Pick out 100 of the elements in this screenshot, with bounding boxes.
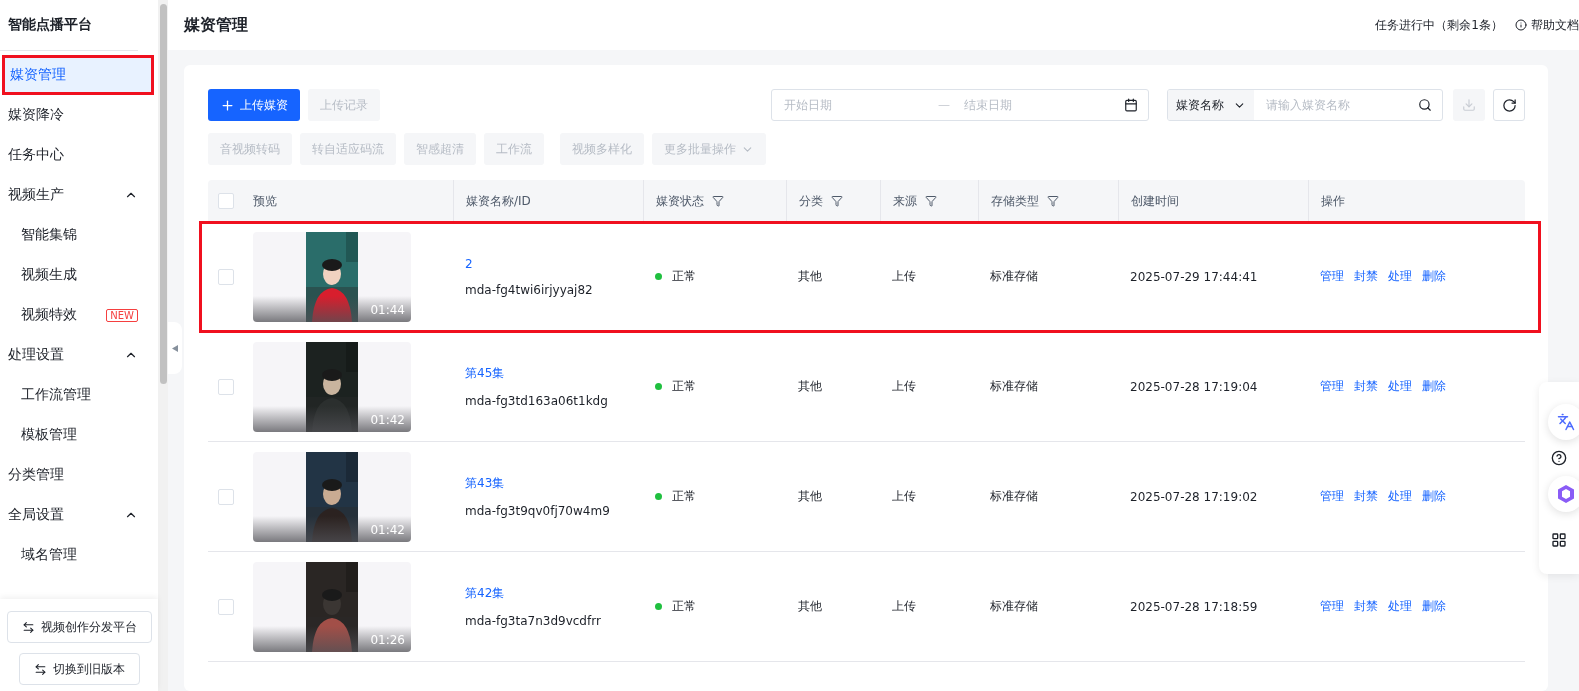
select-all-checkbox[interactable] (218, 193, 234, 209)
hexagon-logo-icon (1556, 484, 1576, 504)
assistant-button[interactable] (1548, 476, 1579, 512)
sidebar-subitem[interactable]: 视频特效 NEW (0, 295, 154, 335)
action-link[interactable]: 封禁 (1354, 488, 1378, 505)
sidebar-item[interactable]: 任务中心 (0, 135, 154, 175)
row-checkbox[interactable] (218, 488, 234, 505)
table-cell: 标准存储 (990, 268, 1038, 285)
column-header[interactable]: 预览 (253, 192, 277, 210)
media-id: mda-fg3t9qv0fj70w4m9 (465, 504, 611, 518)
column-header[interactable]: 分类 (799, 192, 843, 210)
media-id: mda-fg3ta7n3d9vcdfrr (465, 614, 602, 628)
action-link[interactable]: 处理 (1388, 488, 1412, 505)
action-link[interactable]: 处理 (1388, 268, 1412, 285)
video-duration: 01:42 (370, 412, 405, 427)
sidebar-item[interactable]: 处理设置 (0, 335, 154, 375)
column-header[interactable]: 创建时间 (1131, 192, 1179, 210)
action-link[interactable]: 管理 (1320, 378, 1344, 395)
upload-button[interactable]: 上传媒资 (208, 89, 300, 121)
column-header[interactable]: 存储类型 (991, 192, 1059, 210)
page-title: 媒资管理 (184, 14, 248, 36)
translate-button[interactable] (1548, 404, 1579, 440)
row-checkbox[interactable] (218, 378, 234, 395)
sidebar-subitem[interactable]: 视频生成 (0, 255, 154, 295)
sidebar-subitem-label: 智能集锦 (21, 226, 77, 244)
sidebar-subitem[interactable]: 域名管理 (0, 535, 154, 575)
help-icon[interactable] (1551, 450, 1567, 466)
help-link[interactable]: 帮助文档 (1515, 16, 1579, 34)
media-name-link[interactable]: 第45集 (465, 365, 643, 382)
action-link[interactable]: 处理 (1388, 598, 1412, 615)
action-link[interactable]: 管理 (1320, 268, 1344, 285)
table-cell: 标准存储 (990, 488, 1038, 505)
sidebar-subitem-label: 视频特效 (21, 306, 77, 324)
sidebar-subitem-label: 模板管理 (21, 426, 77, 444)
media-name-link[interactable]: 第42集 (465, 585, 643, 602)
action-link[interactable]: 管理 (1320, 488, 1344, 505)
sidebar-item[interactable]: 媒资管理 (2, 55, 154, 95)
download-icon (1462, 98, 1476, 112)
table-cell: 2025-07-28 17:18:59 (1130, 599, 1258, 614)
status-text: 正常 (672, 268, 696, 285)
download-button[interactable] (1453, 89, 1485, 121)
action-link[interactable]: 删除 (1422, 488, 1446, 505)
sidebar-item[interactable]: 视频生产 (0, 175, 154, 215)
video-duration: 01:44 (370, 302, 405, 317)
table-cell: 上传 (892, 598, 916, 615)
column-header[interactable]: 来源 (893, 192, 937, 210)
action-link[interactable]: 删除 (1422, 378, 1446, 395)
triangle-left-icon (172, 344, 178, 352)
translate-icon (1557, 413, 1575, 431)
action-link[interactable]: 封禁 (1354, 268, 1378, 285)
filter-icon (831, 195, 843, 207)
status-text: 正常 (672, 598, 696, 615)
swap-icon (33, 662, 47, 676)
search-icon (1418, 98, 1432, 112)
collapse-handle[interactable] (168, 322, 182, 374)
grid-icon[interactable] (1551, 532, 1567, 548)
refresh-icon (1501, 97, 1517, 113)
column-header[interactable]: 媒资状态 (656, 192, 724, 210)
table-cell: 2025-07-28 17:19:04 (1130, 379, 1258, 394)
swap-icon (21, 620, 35, 634)
range-separator: — (938, 98, 950, 112)
sidebar-subitem-label: 域名管理 (21, 546, 77, 564)
table-cell: 标准存储 (990, 598, 1038, 615)
column-header[interactable]: 媒资名称/ID (466, 192, 531, 210)
media-name-link[interactable]: 2 (465, 256, 643, 271)
action-link[interactable]: 删除 (1422, 598, 1446, 615)
table-cell: 上传 (892, 378, 916, 395)
platform-title: 智能点播平台 (0, 0, 138, 51)
table-cell: 其他 (798, 378, 822, 395)
sidebar-item[interactable]: 媒资降冷 (0, 95, 154, 135)
switch-button[interactable]: 切换到旧版本 (18, 653, 140, 685)
table-cell: 其他 (798, 268, 822, 285)
media-name-link[interactable]: 第43集 (465, 475, 643, 492)
row-checkbox[interactable] (218, 598, 234, 615)
search-box[interactable]: 媒资名称 请输入媒资名称 (1167, 89, 1443, 121)
action-link[interactable]: 封禁 (1354, 378, 1378, 395)
sidebar-subitem[interactable]: 智能集锦 (0, 215, 154, 255)
action-link[interactable]: 删除 (1422, 268, 1446, 285)
action-link[interactable]: 管理 (1320, 598, 1344, 615)
row-checkbox[interactable] (218, 268, 234, 285)
sidebar-item[interactable]: 全局设置 (0, 495, 154, 535)
switch-button[interactable]: 视频创作分发平台 (6, 611, 152, 643)
sidebar-item[interactable]: 分类管理 (0, 455, 154, 495)
task-status: 任务进行中（剩余1条） (1375, 16, 1503, 34)
calendar-icon (1124, 98, 1138, 112)
refresh-button[interactable] (1493, 89, 1525, 121)
column-header[interactable]: 操作 (1321, 192, 1345, 210)
sidebar-subitem[interactable]: 模板管理 (0, 415, 154, 455)
table-cell: 上传 (892, 268, 916, 285)
media-id: mda-fg4twi6irjyyaj82 (465, 282, 594, 297)
scrollbar-thumb[interactable] (159, 4, 167, 384)
status-text: 正常 (672, 378, 696, 395)
search-type-select[interactable]: 媒资名称 (1168, 90, 1254, 120)
filter-icon (1047, 195, 1059, 207)
action-link[interactable]: 封禁 (1354, 598, 1378, 615)
table-cell: 2025-07-29 17:44:41 (1130, 269, 1258, 284)
action-link[interactable]: 处理 (1388, 378, 1412, 395)
sidebar-subitem[interactable]: 工作流管理 (0, 375, 154, 415)
table-cell: 2025-07-28 17:19:02 (1130, 489, 1258, 504)
status-text: 正常 (672, 488, 696, 505)
